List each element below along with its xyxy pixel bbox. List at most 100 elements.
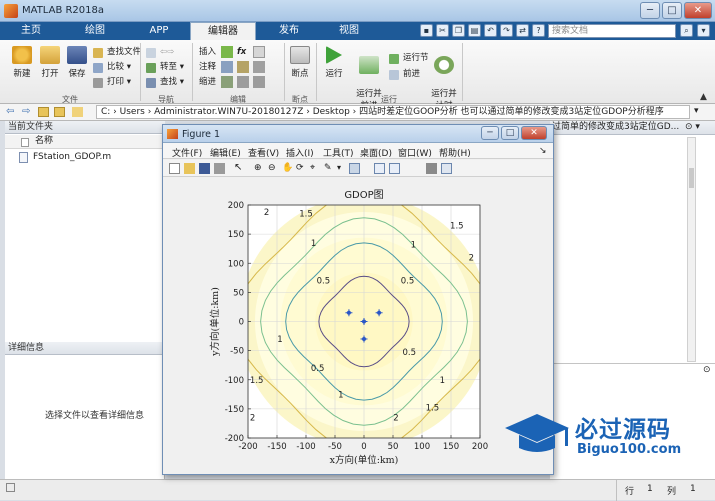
redo-icon[interactable]: ↷ (500, 24, 513, 37)
paste-icon[interactable]: ▤ (468, 24, 481, 37)
tab-editor[interactable]: 编辑器 (190, 22, 256, 40)
edit-plot-arrow-icon[interactable]: ↖ (234, 163, 245, 174)
forward-icon[interactable]: ⇨ (22, 106, 30, 117)
increase-indent-icon[interactable] (237, 76, 249, 88)
menu-edit[interactable]: 编辑(E) (210, 146, 241, 159)
decrease-indent-icon[interactable] (253, 76, 265, 88)
plot-area: 2 1.5 1 0.5 0.5 1 1.5 2 1 1.5 2 0.5 1 0.5 1 1.5 2 -200 -15… (163, 178, 553, 474)
collapse-ribbon-icon[interactable]: ▲ (700, 92, 707, 102)
up-folder-icon[interactable] (38, 107, 49, 117)
run-section-button[interactable]: 运行节 (389, 52, 429, 65)
vertical-scrollbar[interactable] (687, 137, 696, 362)
scrollbar-thumb[interactable] (689, 168, 694, 188)
breadcrumb[interactable]: C: › Users › Administrator.WIN7U-2018012… (96, 105, 690, 119)
menu-tools[interactable]: 工具(T) (323, 146, 354, 159)
help-icon[interactable]: ? (532, 24, 545, 37)
rotate-3d-icon[interactable]: ⟳ (296, 163, 307, 174)
smart-indent-icon[interactable] (221, 76, 233, 88)
path-dropdown-icon[interactable]: ▾ (694, 106, 699, 116)
indent-button[interactable]: 缩进 (197, 76, 216, 89)
back-forward-buttons[interactable]: ⇦⇨ (146, 46, 186, 59)
y-tick-label: 0 (239, 318, 244, 328)
save-figure-icon[interactable] (199, 163, 210, 174)
switch-windows-icon[interactable]: ⇄ (516, 24, 529, 37)
save-icon[interactable]: ▪ (420, 24, 433, 37)
open-file-icon[interactable] (184, 163, 195, 174)
x-tick-label: 0 (361, 442, 366, 452)
menu-desktop[interactable]: 桌面(D) (360, 146, 392, 159)
colorbar-icon[interactable] (374, 163, 385, 174)
contour-label: 1.5 (299, 210, 313, 220)
new-label: 新建 (13, 69, 31, 79)
file-list-item[interactable]: FStation_GDOP.m (19, 152, 111, 163)
zoom-out-icon[interactable]: ⊖ (268, 163, 279, 174)
browse-folder-icon[interactable] (54, 107, 65, 117)
find-files-button[interactable]: 查找文件 (93, 46, 141, 59)
name-column-header[interactable]: 名称 (5, 135, 165, 149)
advance-button[interactable]: 前进 (389, 68, 420, 81)
compare-button[interactable]: 比较 ▾ (93, 61, 131, 74)
filter-icon[interactable]: ▾ (697, 24, 710, 37)
data-cursor-icon[interactable]: ⌖ (310, 163, 321, 174)
comment-button[interactable]: 注释 (197, 61, 216, 74)
print-figure-icon[interactable] (214, 163, 225, 174)
menu-insert[interactable]: 插入(I) (286, 146, 314, 159)
menu-help[interactable]: 帮助(H) (439, 146, 471, 159)
tab-publish[interactable]: 发布 (260, 22, 318, 40)
search-icon[interactable]: ⌕ (680, 24, 693, 37)
tab-apps[interactable]: APP (130, 22, 188, 40)
figure-close-button[interactable]: ✕ (521, 126, 547, 140)
pan-hand-icon[interactable]: ✋ (282, 163, 293, 174)
brush-icon[interactable]: ✎ (324, 163, 335, 174)
details-hint: 选择文件以查看详细信息 (45, 411, 145, 421)
find-button[interactable]: 查找 ▾ (146, 76, 184, 89)
show-plot-tools-icon[interactable] (441, 163, 452, 174)
cut-icon[interactable]: ✂ (436, 24, 449, 37)
menu-window[interactable]: 窗口(W) (398, 146, 432, 159)
open-folder-icon (40, 46, 60, 64)
uncomment-icon[interactable] (237, 61, 249, 73)
insert-button[interactable]: 插入 (197, 46, 216, 59)
brush-dropdown-icon[interactable]: ▾ (337, 163, 348, 174)
back-icon[interactable]: ⇦ (6, 106, 14, 117)
tab-view[interactable]: 视图 (320, 22, 378, 40)
gdop-chart[interactable]: 2 1.5 1 0.5 0.5 1 1.5 2 1 1.5 2 0.5 1 0.5 1 1.5 2 -200 -15… (163, 178, 553, 474)
print-button[interactable]: 打印 ▾ (93, 76, 131, 89)
goto-button[interactable]: 转至 ▾ (146, 61, 184, 74)
link-plot-icon[interactable] (349, 163, 360, 174)
search-documentation-input[interactable]: 搜索文档 (548, 24, 676, 38)
menu-view[interactable]: 查看(V) (248, 146, 279, 159)
insert-text-icon[interactable] (253, 46, 265, 58)
figure-title-bar[interactable]: Figure 1 ─ □ ✕ (163, 125, 553, 143)
tab-plots[interactable]: 绘图 (62, 22, 128, 40)
minimize-button[interactable]: ─ (640, 2, 660, 19)
hide-plot-tools-icon[interactable] (426, 163, 437, 174)
maximize-button[interactable]: □ (662, 2, 682, 19)
pane-controls-icon[interactable]: ⊙ ▾ (685, 122, 700, 132)
breakpoints-button[interactable]: 断点 (287, 46, 313, 79)
run-button[interactable]: 运行 (320, 46, 348, 79)
y-tick-label: 50 (233, 288, 244, 298)
collapse-icon[interactable]: ⊙ (703, 365, 711, 375)
figure-minimize-button[interactable]: ─ (481, 126, 499, 140)
wrap-comments-icon[interactable] (253, 61, 265, 73)
insert-section-icon[interactable] (221, 46, 233, 58)
menu-dock-icon[interactable]: ↘ (539, 146, 547, 156)
menu-file[interactable]: 文件(F) (172, 146, 202, 159)
tab-home[interactable]: 主页 (2, 22, 60, 40)
close-button[interactable]: ✕ (684, 2, 712, 19)
fx-button[interactable]: fx (237, 46, 246, 59)
save-button[interactable]: 保存 (63, 46, 91, 79)
figure-maximize-button[interactable]: □ (501, 126, 519, 140)
zoom-in-icon[interactable]: ⊕ (254, 163, 265, 174)
new-button[interactable]: 新建 (8, 46, 36, 79)
x-tick-label: -100 (296, 442, 315, 452)
breakpoints-label: 断点 (291, 69, 309, 79)
figure-window[interactable]: Figure 1 ─ □ ✕ 文件(F) 编辑(E) 查看(V) 插入(I) 工… (162, 124, 554, 475)
undo-icon[interactable]: ↶ (484, 24, 497, 37)
open-button[interactable]: 打开 (36, 46, 64, 79)
legend-icon[interactable] (389, 163, 400, 174)
new-figure-icon[interactable] (169, 163, 180, 174)
comment-percent-icon[interactable] (221, 61, 233, 73)
copy-icon[interactable]: ❐ (452, 24, 465, 37)
